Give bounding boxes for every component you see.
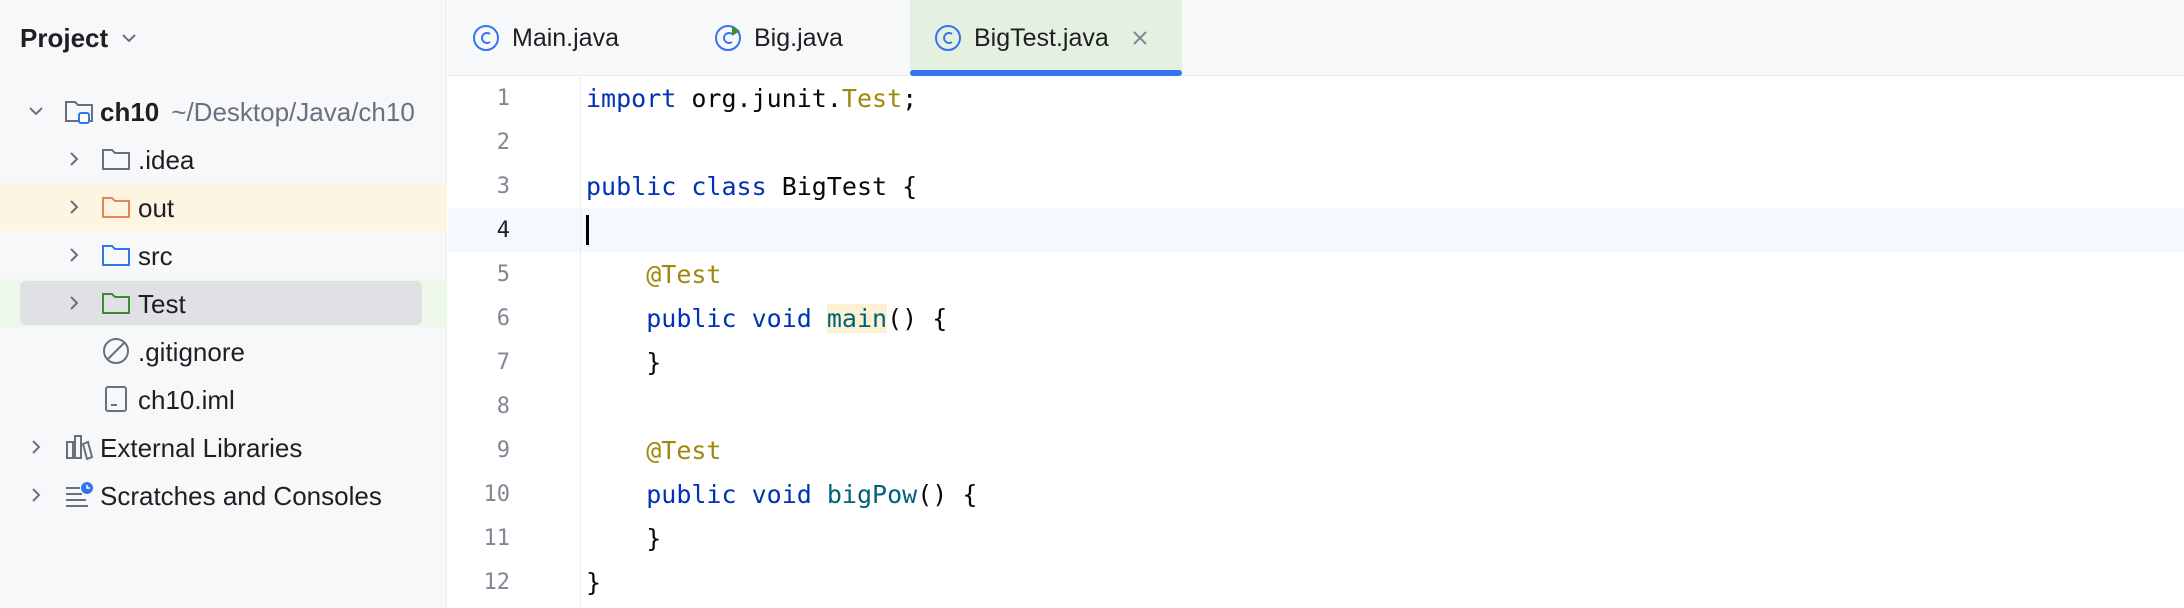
line-number: 7 xyxy=(496,350,510,375)
tree-item-iml[interactable]: ch10.iml xyxy=(0,375,447,423)
code-line-3: public class BigTest { xyxy=(586,172,917,201)
annotation: @Test xyxy=(646,436,722,465)
folder-icon xyxy=(102,149,130,170)
active-tab-indicator xyxy=(910,70,1182,76)
project-panel: Project ch10 ~/Desktop/Java/ch10 .idea ou… xyxy=(0,0,447,608)
ignored-file-icon xyxy=(103,338,129,364)
library-icon xyxy=(66,435,94,461)
editor-tab-bar: Main.java Big.java BigTest.java xyxy=(448,0,2184,76)
source-folder-icon xyxy=(102,245,130,266)
module-file-icon xyxy=(105,386,127,412)
tree-item-idea[interactable]: .idea xyxy=(0,135,447,183)
chevron-right-icon[interactable] xyxy=(28,487,44,503)
tree-item-label: ch10.iml xyxy=(138,385,235,415)
method-name: bigPow xyxy=(826,480,918,509)
project-title: Project xyxy=(20,22,109,53)
chevron-down-icon[interactable] xyxy=(28,103,44,119)
code-line-1: import org.junit.Test; xyxy=(586,84,917,113)
brace: } xyxy=(586,568,602,597)
text-caret xyxy=(586,215,589,245)
excluded-folder-icon xyxy=(102,197,130,218)
tree-item-gitignore[interactable]: .gitignore xyxy=(0,327,447,375)
keyword: public xyxy=(646,480,737,509)
tab-label: BigTest.java xyxy=(974,23,1109,52)
tree-item-test[interactable]: Test xyxy=(0,279,447,327)
keyword: import xyxy=(586,84,677,113)
keyword: void xyxy=(751,480,812,509)
line-number: 4 xyxy=(496,218,510,243)
code-line-10: public void bigPow() { xyxy=(586,480,977,509)
tab-big-java[interactable]: Big.java xyxy=(714,0,914,76)
module-folder-icon xyxy=(65,101,93,124)
chevron-down-icon xyxy=(122,34,136,43)
tree-item-label: .idea xyxy=(138,145,195,175)
line-number: 8 xyxy=(496,394,510,419)
method-name: main xyxy=(826,304,888,333)
test-folder-icon xyxy=(102,293,130,314)
tree-item-label: Scratches and Consoles xyxy=(100,481,382,511)
tab-bigtest-java[interactable]: BigTest.java xyxy=(910,0,1182,76)
line-number: 3 xyxy=(496,174,510,199)
chevron-right-icon[interactable] xyxy=(66,151,82,167)
tree-item-out[interactable]: out xyxy=(0,183,447,231)
tab-label: Main.java xyxy=(512,23,619,52)
keyword: void xyxy=(751,304,812,333)
current-line-highlight xyxy=(448,208,2184,252)
line-number: 6 xyxy=(496,306,510,331)
code-line-6: public void main() { xyxy=(586,304,947,333)
tree-item-src[interactable]: src xyxy=(0,231,447,279)
line-number: 5 xyxy=(496,262,510,287)
class-icon xyxy=(473,25,499,51)
line-number: 10 xyxy=(483,482,511,507)
tree-root-name: ch10 xyxy=(100,97,160,127)
code-line-7: } xyxy=(586,348,661,377)
brace: } xyxy=(646,348,662,377)
keyword: public xyxy=(586,172,677,201)
class-ref: Test xyxy=(841,84,903,113)
punctuation: ; xyxy=(902,84,918,113)
tree-item-label: Test xyxy=(138,289,186,319)
keyword: class xyxy=(691,172,767,201)
scratches-icon xyxy=(66,482,93,507)
class-run-icon xyxy=(715,25,741,51)
line-number: 2 xyxy=(496,130,510,155)
punctuation: () { xyxy=(917,480,978,509)
tree-item-label: src xyxy=(138,241,173,271)
project-view-selector[interactable]: Project xyxy=(20,20,138,56)
chevron-right-icon[interactable] xyxy=(66,199,82,215)
chevron-right-icon[interactable] xyxy=(28,439,44,455)
keyword: public xyxy=(646,304,737,333)
line-number: 9 xyxy=(496,438,510,463)
code-line-5: @Test xyxy=(586,260,721,289)
tab-main-java[interactable]: Main.java xyxy=(472,0,682,76)
line-number: 12 xyxy=(483,570,511,595)
class-icon xyxy=(935,25,961,51)
tree-item-label: .gitignore xyxy=(138,337,245,367)
line-number: 1 xyxy=(496,86,510,111)
code-line-9: @Test xyxy=(586,436,721,465)
code-line-12: } xyxy=(586,568,601,597)
tree-item-scratches[interactable]: Scratches and Consoles xyxy=(0,471,447,519)
chevron-right-icon[interactable] xyxy=(66,247,82,263)
class-declaration: BigTest { xyxy=(766,172,918,201)
tree-item-label: out xyxy=(138,193,175,223)
annotation: @Test xyxy=(646,260,722,289)
gutter-divider xyxy=(580,77,581,608)
chevron-right-icon[interactable] xyxy=(66,295,82,311)
package-name: org.junit. xyxy=(676,84,842,113)
brace: } xyxy=(646,524,662,553)
tree-item-root[interactable]: ch10 ~/Desktop/Java/ch10 xyxy=(0,87,447,135)
code-editor[interactable]: 1 2 3 4 5 6 7 8 9 10 11 12 import org.ju… xyxy=(448,77,2184,608)
punctuation: () { xyxy=(887,304,948,333)
tree-item-label: External Libraries xyxy=(100,433,303,463)
close-icon[interactable] xyxy=(1131,29,1149,47)
tree-item-external-libraries[interactable]: External Libraries xyxy=(0,423,447,471)
line-number: 11 xyxy=(483,526,511,551)
code-line-11: } xyxy=(586,524,661,553)
tree-root-path: ~/Desktop/Java/ch10 xyxy=(171,97,415,127)
tab-label: Big.java xyxy=(754,23,843,52)
